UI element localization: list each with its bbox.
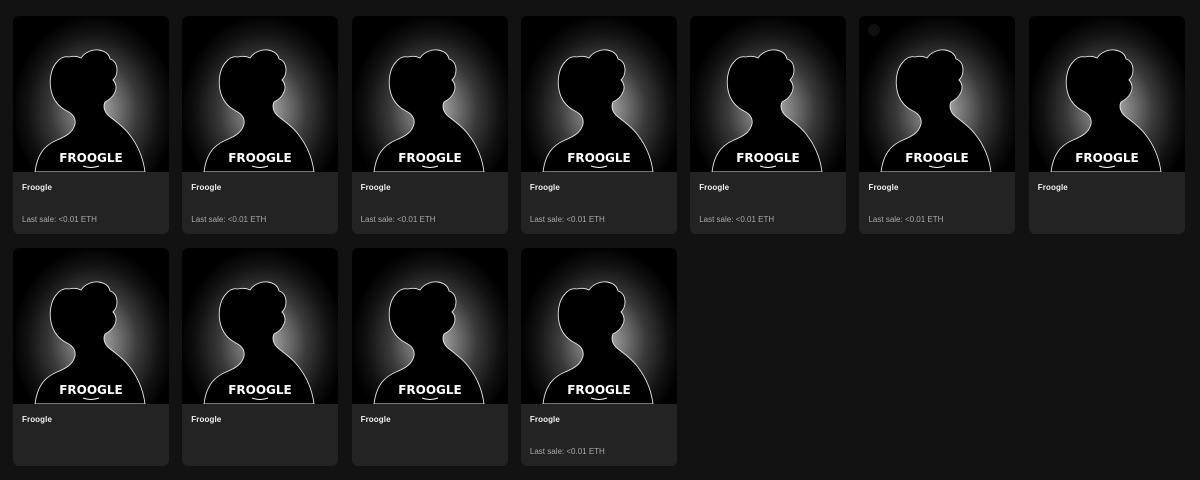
nft-image[interactable]: FROOGLE: [351, 248, 508, 404]
nft-name: Froogle: [699, 183, 730, 192]
froogle-logo: FROOGLE: [1075, 151, 1139, 165]
nft-name: Froogle: [868, 183, 899, 192]
froogle-logo: FROOGLE: [398, 383, 462, 397]
nft-image[interactable]: FROOGLE: [182, 248, 339, 404]
silhouette-image: FROOGLE: [373, 49, 485, 172]
froogle-logo: FROOGLE: [59, 383, 123, 397]
nft-image[interactable]: FROOGLE: [13, 16, 169, 172]
froogle-logo: FROOGLE: [567, 383, 631, 397]
nft-name: Froogle: [529, 415, 560, 424]
froogle-logo: FROOGLE: [229, 151, 293, 165]
nft-card[interactable]: FROOGLE Froogle Last sale: <0.01 ETH: [351, 16, 508, 234]
silhouette-image: FROOGLE: [34, 49, 146, 172]
nft-image[interactable]: FROOGLE: [182, 16, 339, 172]
nft-name: Froogle: [360, 415, 391, 424]
nft-image[interactable]: FROOGLE: [690, 16, 847, 172]
froogle-logo: FROOGLE: [567, 151, 631, 165]
nft-name: Froogle: [191, 415, 222, 424]
last-sale-text: Last sale: <0.01 ETH: [22, 215, 97, 224]
froogle-logo: FROOGLE: [906, 151, 970, 165]
nft-image[interactable]: FROOGLE: [859, 16, 1016, 172]
nft-name: Froogle: [22, 415, 53, 424]
nft-card[interactable]: FROOGLE Froogle Last sale: <0.01 ETH: [520, 248, 677, 466]
silhouette-image: FROOGLE: [34, 281, 146, 404]
silhouette-image: FROOGLE: [1050, 49, 1162, 172]
nft-card[interactable]: FROOGLE Froogle: [351, 248, 508, 466]
last-sale-text: Last sale: <0.01 ETH: [529, 215, 605, 224]
froogle-logo: FROOGLE: [229, 383, 293, 397]
nft-card[interactable]: FROOGLE Froogle Last sale: <0.01 ETH: [182, 16, 339, 234]
silhouette-image: FROOGLE: [203, 281, 315, 404]
froogle-logo: FROOGLE: [736, 151, 800, 165]
nft-image[interactable]: FROOGLE: [520, 16, 677, 172]
nft-card[interactable]: FROOGLE Froogle: [1028, 16, 1185, 234]
silhouette-image: FROOGLE: [542, 49, 654, 172]
nft-card[interactable]: FROOGLE Froogle Last sale: <0.01 ETH: [520, 16, 677, 234]
nft-image[interactable]: FROOGLE: [520, 248, 677, 404]
silhouette-image: FROOGLE: [203, 49, 315, 172]
last-sale-text: Last sale: <0.01 ETH: [191, 215, 267, 224]
last-sale-text: Last sale: <0.01 ETH: [699, 215, 775, 224]
nft-name: Froogle: [1037, 183, 1068, 192]
nft-card[interactable]: FROOGLE Froogle: [13, 248, 169, 466]
silhouette-image: FROOGLE: [542, 281, 654, 404]
nft-image[interactable]: FROOGLE: [13, 248, 169, 404]
silhouette-image: FROOGLE: [373, 281, 485, 404]
nft-card[interactable]: FROOGLE Froogle Last sale: <0.01 ETH: [690, 16, 847, 234]
froogle-logo: FROOGLE: [398, 151, 462, 165]
nft-name: Froogle: [191, 183, 222, 192]
last-sale-text: Last sale: <0.01 ETH: [360, 215, 436, 224]
nft-card[interactable]: FROOGLE Froogle Last sale: <0.01 ETH: [13, 16, 169, 234]
nft-image[interactable]: FROOGLE: [351, 16, 508, 172]
nft-name: Froogle: [22, 183, 53, 192]
silhouette-image: FROOGLE: [711, 49, 823, 172]
nft-name: Froogle: [529, 183, 560, 192]
nft-card[interactable]: FROOGLE Froogle Last sale: <0.01 ETH: [859, 16, 1016, 234]
nft-grid: FROOGLE Froogle Last sale: <0.01 ETH FRO…: [13, 16, 1188, 466]
froogle-logo: FROOGLE: [59, 151, 123, 165]
nft-name: Froogle: [360, 183, 391, 192]
nft-image[interactable]: FROOGLE: [1028, 16, 1185, 172]
last-sale-text: Last sale: <0.01 ETH: [529, 447, 605, 456]
silhouette-image: FROOGLE: [881, 49, 992, 172]
last-sale-text: Last sale: <0.01 ETH: [868, 215, 944, 224]
nft-card[interactable]: FROOGLE Froogle: [182, 248, 339, 466]
